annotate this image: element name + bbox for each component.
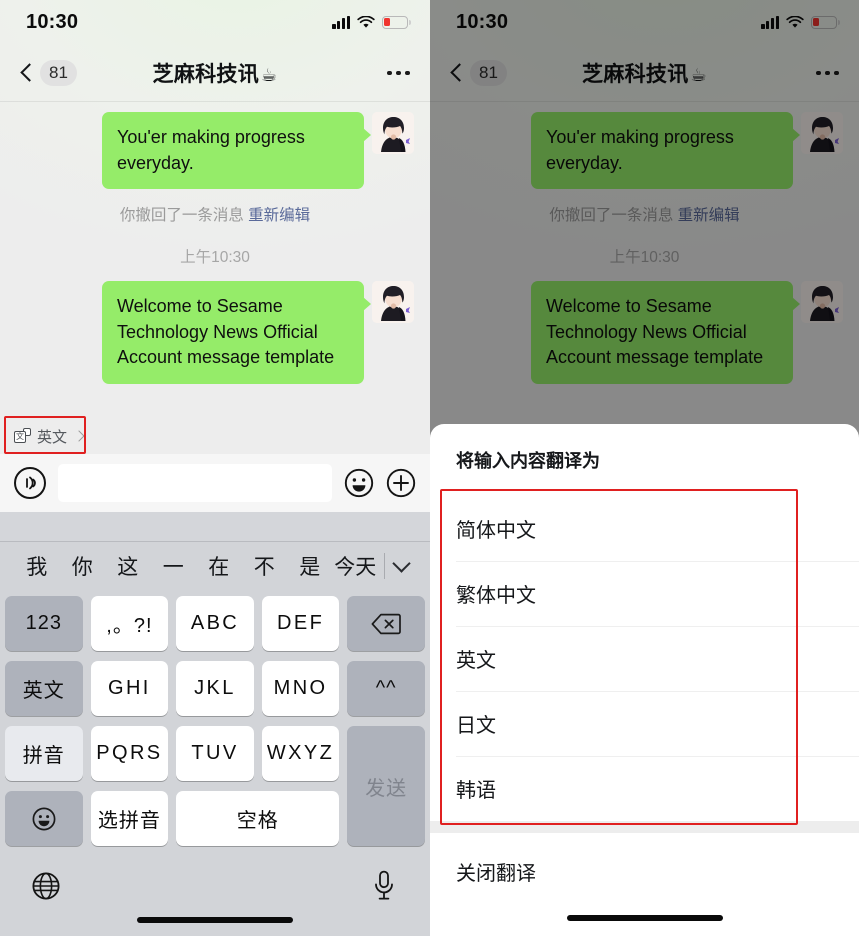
- key-kaomoji[interactable]: ^^: [347, 661, 425, 716]
- suggestion-item[interactable]: 我: [14, 551, 60, 581]
- message-bubble[interactable]: Welcome to Sesame Technology News Offici…: [102, 281, 371, 384]
- more-options-button[interactable]: [387, 70, 410, 76]
- keyboard-keys: 123 ,。?! ABC DEF 英文 GHI JKL MNO ^^ 拼音 PQ…: [0, 590, 430, 846]
- chevron-down-icon[interactable]: [392, 553, 411, 573]
- voice-input-icon[interactable]: [14, 467, 46, 499]
- suggestion-item[interactable]: 这: [105, 551, 151, 581]
- sheet-option-english[interactable]: 英文: [430, 626, 859, 691]
- backspace-icon: [371, 613, 402, 634]
- emoji-smiley-icon[interactable]: [344, 468, 374, 498]
- suggestion-item[interactable]: 今天: [333, 551, 379, 581]
- suggestion-item[interactable]: 一: [151, 551, 197, 581]
- sheet-option-simplified-chinese[interactable]: 简体中文: [430, 496, 859, 561]
- key-tuv[interactable]: TUV: [176, 726, 254, 781]
- sheet-option-traditional-chinese[interactable]: 繁体中文: [430, 561, 859, 626]
- sheet-option-japanese[interactable]: 日文: [430, 691, 859, 756]
- key-emoji[interactable]: [5, 791, 83, 846]
- keyboard-bottom-bar: [0, 862, 430, 936]
- translate-action-sheet: 将输入内容翻译为 简体中文 繁体中文 英文 日文 韩语 关闭翻译: [430, 424, 859, 936]
- key-english[interactable]: 英文: [5, 661, 83, 716]
- phone-screen-right: 10:30 81 芝麻科技讯 ☕ You'er making progress …: [430, 0, 859, 936]
- translate-icon: 文: [14, 427, 31, 445]
- suggestion-item[interactable]: 在: [196, 551, 242, 581]
- suggestion-divider: [384, 553, 385, 579]
- keyboard-top-gap: [0, 512, 430, 542]
- key-space[interactable]: 空格: [176, 791, 340, 846]
- key-def[interactable]: DEF: [261, 596, 340, 651]
- unread-count-badge: 81: [40, 60, 77, 86]
- emoji-smiley-icon: [32, 807, 56, 830]
- sheet-option-korean[interactable]: 韩语: [430, 756, 859, 821]
- recall-notice: 你撤回了一条消息 重新编辑: [16, 203, 414, 225]
- nav-bar: 81 芝麻科技讯 ☕: [0, 44, 430, 102]
- message-input-bar: [0, 454, 430, 512]
- status-indicators: [332, 15, 411, 29]
- coffee-cup-icon: ☕: [261, 65, 278, 85]
- recall-notice-text: 你撤回了一条消息: [119, 207, 244, 225]
- key-wxyz[interactable]: WXYZ: [261, 726, 340, 781]
- key-abc[interactable]: ABC: [176, 596, 254, 651]
- signal-bars-icon: [332, 15, 350, 29]
- key-123[interactable]: 123: [5, 596, 83, 651]
- suggestion-item[interactable]: 你: [60, 551, 106, 581]
- status-time: 10:30: [26, 10, 79, 33]
- key-pqrs[interactable]: PQRS: [90, 726, 169, 781]
- back-button[interactable]: 81: [20, 60, 77, 86]
- translate-language-list: 简体中文 繁体中文 英文 日文 韩语: [430, 496, 859, 821]
- wifi-icon: [357, 15, 375, 28]
- suggestion-item[interactable]: 是: [287, 551, 333, 581]
- microphone-icon[interactable]: [372, 870, 396, 902]
- message-row: You'er making progress everyday.: [16, 112, 414, 190]
- message-timestamp: 上午10:30: [180, 249, 250, 267]
- chevron-right-icon: [73, 430, 85, 442]
- search-input[interactable]: [58, 464, 332, 502]
- home-indicator: [566, 915, 723, 921]
- plus-circle-icon[interactable]: [386, 468, 416, 498]
- key-send[interactable]: 发送: [347, 726, 425, 846]
- keyboard: 我 你 这 一 在 不 是 今天 123 ,。?! ABC DEF 英文 GHI…: [0, 512, 430, 936]
- message-list: You'er making progress everyday. 你撤回了一条消…: [0, 102, 430, 384]
- page-title-text: 芝麻科技讯: [152, 63, 260, 86]
- close-translation-button[interactable]: 关闭翻译: [430, 833, 859, 909]
- key-backspace[interactable]: [347, 596, 425, 651]
- screenshot-root: 10:30 81 芝麻科技讯 ☕ You'er making progress …: [0, 0, 859, 936]
- translate-target-label: 英文: [37, 428, 68, 446]
- sheet-section-divider: [430, 821, 859, 833]
- key-mno[interactable]: MNO: [261, 661, 340, 716]
- suggestion-bar: 我 你 这 一 在 不 是 今天: [0, 542, 430, 590]
- key-punctuation[interactable]: ,。?!: [90, 596, 169, 651]
- key-pinyin[interactable]: 拼音: [5, 726, 83, 781]
- avatar[interactable]: [372, 112, 414, 154]
- message-row: Welcome to Sesame Technology News Offici…: [16, 281, 414, 384]
- recall-edit-link[interactable]: 重新编辑: [248, 207, 310, 224]
- suggestion-item[interactable]: 不: [242, 551, 288, 581]
- avatar[interactable]: [372, 281, 414, 324]
- key-ghi[interactable]: GHI: [90, 661, 169, 716]
- chevron-left-icon: [20, 62, 33, 84]
- phone-screen-left: 10:30 81 芝麻科技讯 ☕ You'er making progress …: [0, 0, 430, 936]
- home-indicator: [137, 917, 293, 923]
- translate-target-bar: 文 英文: [0, 418, 91, 454]
- sheet-title: 将输入内容翻译为: [456, 451, 600, 471]
- key-select-pinyin[interactable]: 选拼音: [90, 791, 169, 846]
- translate-target-chip[interactable]: 文 英文: [10, 423, 91, 450]
- battery-low-icon: [382, 15, 411, 29]
- message-bubble[interactable]: You'er making progress everyday.: [102, 112, 371, 190]
- status-bar: 10:30: [0, 0, 430, 44]
- key-jkl[interactable]: JKL: [176, 661, 254, 716]
- globe-icon[interactable]: [32, 872, 60, 900]
